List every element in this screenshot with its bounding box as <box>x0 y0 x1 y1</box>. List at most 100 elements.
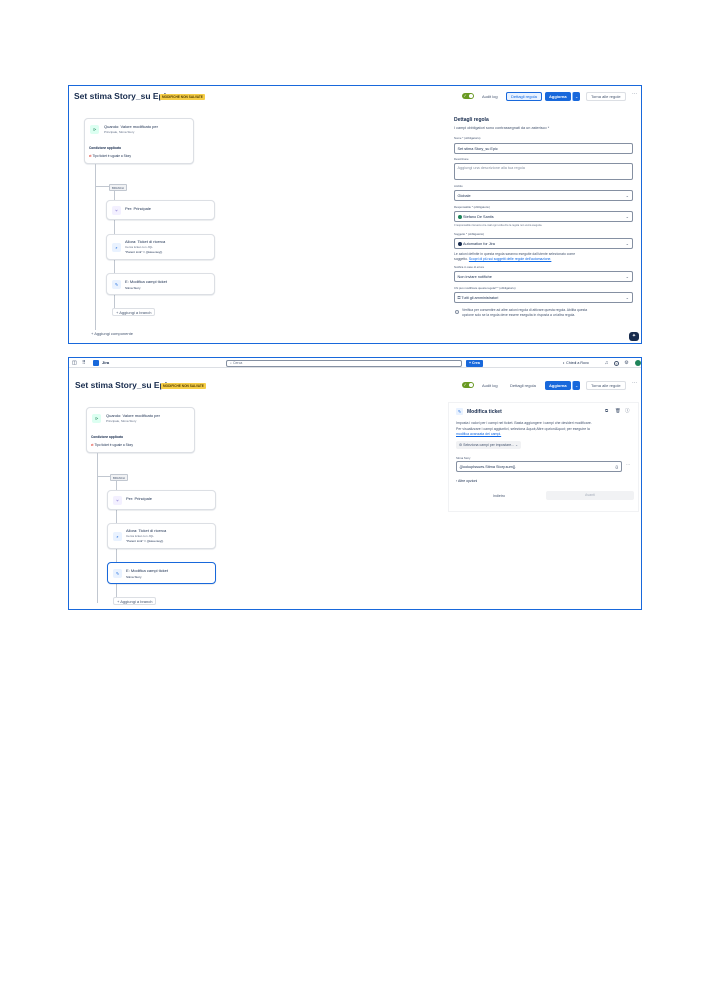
more-actions-icon[interactable]: ··· <box>632 380 637 386</box>
stima-story-input[interactable]: {{lookupIssues.Stima Story.sum}} {} <box>456 461 622 472</box>
permission-select[interactable]: ⚿ Tutti gli amministratori ⌄ <box>454 292 633 303</box>
update-menu-chevron-icon[interactable]: ⌄ <box>572 91 581 101</box>
actor-help-link[interactable]: Scopri di più sui soggetti delle regole … <box>469 257 551 261</box>
sidebar-toggle-icon[interactable]: ◫ <box>72 358 77 368</box>
product-name[interactable]: Jira <box>102 358 109 368</box>
trigger-subtitle: Principale, Stima Story <box>104 130 135 134</box>
search-input[interactable]: ⌕ Cerca <box>226 360 462 367</box>
condition-label: Condizione applicata <box>91 435 123 439</box>
edit-action-card[interactable]: ✎ E: Modifica campi ticket Stima Story <box>106 273 215 295</box>
allow-rule-trigger-checkbox[interactable] <box>455 310 459 314</box>
branch-tag: BRANCH <box>110 474 128 481</box>
delete-icon[interactable]: 🗑 <box>615 408 621 414</box>
condition-text: Tipo ticket è uguale a Story <box>94 443 134 447</box>
more-actions-icon[interactable]: ··· <box>632 91 637 97</box>
top-navigation: ◫ ⠿ Jira ⌕ Cerca + Crea ◐ Chiedi a Rovo … <box>69 358 641 368</box>
next-button[interactable]: Avanti <box>546 491 634 500</box>
branch-icon: ⑂ <box>113 496 122 505</box>
advanced-edit-link[interactable]: modifica avanzata dei campi. <box>456 432 501 436</box>
name-input[interactable]: Set stima Story_su Epic <box>454 143 633 154</box>
notify-label: Notifica in caso di errore <box>454 265 485 269</box>
branch-for-card[interactable]: ⑂ Per: Principale <box>107 490 216 510</box>
notify-value: Non inviare notifiche <box>457 275 492 279</box>
rule-details-button[interactable]: Dettagli regola <box>506 91 542 101</box>
notifications-icon[interactable]: ♫ <box>604 360 609 366</box>
condition-row[interactable]: ⇄ Tipo ticket è uguale a Story <box>89 154 131 158</box>
flow-connector <box>97 476 110 477</box>
rule-details-panel: Dettagli regola I campi obbligatori sono… <box>449 111 641 343</box>
trigger-title: Quando: Valore modificato per <box>106 413 160 418</box>
jira-logo-icon[interactable] <box>93 360 99 366</box>
add-to-branch-button[interactable]: + Aggiungi a branch <box>112 308 156 316</box>
audit-log-button[interactable]: Audit log <box>478 381 502 390</box>
branch-for-label: Per: Principale <box>126 496 153 501</box>
description-input[interactable]: Aggiungi una descrizione alla tua regola <box>454 163 633 180</box>
rule-title: Set stima Story_su Epic <box>75 380 172 390</box>
smart-value-icon[interactable]: {} <box>615 462 618 471</box>
update-button[interactable]: Aggiorna <box>545 91 571 101</box>
flow-connector <box>95 186 109 187</box>
trigger-card[interactable]: ⟳ Quando: Valore modificato per Principa… <box>86 407 195 453</box>
automation-avatar <box>457 242 462 246</box>
edit-ticket-panel: ✎ Modifica ticket ⧉ 🗑 ⓘ Imposta i valori… <box>448 402 639 512</box>
rule-details-button[interactable]: Dettagli regola <box>506 381 540 390</box>
chevron-down-icon: ⌄ <box>625 193 629 198</box>
select-fields-label: Seleziona campi per impostare... <box>463 443 515 447</box>
rule-enabled-toggle[interactable]: ✓ <box>462 93 474 99</box>
description-label: Descrizione <box>454 157 469 161</box>
trigger-card[interactable]: ⟳ Quando: Valore modificato per Principa… <box>84 118 194 164</box>
create-button[interactable]: + Crea <box>466 359 483 367</box>
lookup-jql: "Parent Link" = {{issue.key}} <box>125 250 163 254</box>
add-to-branch-label: Aggiungi a branch <box>120 599 153 604</box>
help-icon[interactable]: ? <box>614 360 619 366</box>
permission-value: Tutti gli amministratori <box>461 296 499 300</box>
notify-select[interactable]: Non inviare notifiche ⌄ <box>454 271 633 282</box>
back-to-rules-button[interactable]: Torna alle regole <box>586 91 626 101</box>
add-component-button[interactable]: + Aggiungi componente <box>88 330 136 338</box>
back-button[interactable]: Indietro <box>493 494 505 498</box>
condition-row[interactable]: ⇄ Tipo ticket è uguale a Story <box>91 443 133 447</box>
update-menu-chevron-icon[interactable]: ⌄ <box>572 380 581 390</box>
allow-rule-trigger-text-1: Verifica per consentire ad altre azioni … <box>462 308 588 312</box>
add-to-branch-button[interactable]: + Aggiungi a branch <box>113 597 157 605</box>
actor-select[interactable]: Automation for Jira ⌄ <box>454 238 633 249</box>
lookup-title: Allora: Ticket di ricerca <box>126 528 167 533</box>
help-fab-icon[interactable]: ✦ <box>629 332 639 341</box>
select-fields-button[interactable]: ⚙ Seleziona campi per impostare... ⌄ <box>456 441 521 449</box>
field-more-icon[interactable]: ··· <box>626 462 630 467</box>
scope-label: Ambito <box>454 184 463 188</box>
back-to-rules-button[interactable]: Torna alle regole <box>586 380 626 390</box>
lookup-card[interactable]: ⌕ Allora: Ticket di ricerca Cerca ticket… <box>106 234 215 260</box>
avatar <box>457 215 462 219</box>
actor-help-1: Le azioni definite in questa regola sara… <box>454 252 576 256</box>
search-placeholder: Cerca <box>232 361 243 365</box>
edit-ticket-screenshot: ◫ ⠿ Jira ⌕ Cerca + Crea ◐ Chiedi a Rovo … <box>68 357 642 610</box>
update-button[interactable]: Aggiorna <box>545 380 571 390</box>
rule-enabled-toggle[interactable]: ✓ <box>462 382 474 388</box>
branch-for-card[interactable]: ⑂ Per: Principale <box>106 200 215 220</box>
chevron-down-icon: ⌄ <box>625 295 629 300</box>
duplicate-icon[interactable]: ⧉ <box>605 408 608 413</box>
advanced-edit-link-text: modifica avanzata dei campi. <box>456 432 502 436</box>
rule-details-screenshot: Set stima Story_su Epic MODIFICHE NON SA… <box>68 85 642 344</box>
actor-label: Soggetto * (obbligatorio) <box>454 232 485 236</box>
audit-log-button[interactable]: Audit log <box>478 92 502 101</box>
name-label: Nome * (obbligatorio) <box>454 136 481 140</box>
edit-icon: ✎ <box>112 280 121 289</box>
settings-gear-icon[interactable]: ⚙ <box>624 360 629 366</box>
info-icon[interactable]: ⓘ <box>625 408 630 414</box>
ask-rovo-button[interactable]: ◐ Chiedi a Rovo <box>563 358 589 368</box>
branch-for-label: Per: Principale <box>125 206 152 211</box>
edit-action-card[interactable]: ✎ E: Modifica campi ticket Stima Story <box>107 562 216 584</box>
user-avatar[interactable] <box>635 360 641 366</box>
branch-tag: BRANCH <box>109 184 127 191</box>
actor-help-2: soggetto. Scopri di più sui soggetti del… <box>454 257 551 261</box>
actor-value: Automation for Jira <box>463 242 495 246</box>
app-switcher-icon[interactable]: ⠿ <box>82 358 86 368</box>
lookup-card[interactable]: ⌕ Allora: Ticket di ricerca Cerca ticket… <box>107 523 216 549</box>
owner-select[interactable]: Stefano De Santis ⌄ <box>454 211 633 222</box>
owner-label: Responsabile * (obbligatorio) <box>454 205 490 209</box>
more-options-toggle[interactable]: › Altre opzioni <box>456 479 477 483</box>
scope-select[interactable]: Globale ⌄ <box>454 190 633 201</box>
lookup-title: Allora: Ticket di ricerca <box>125 239 166 244</box>
